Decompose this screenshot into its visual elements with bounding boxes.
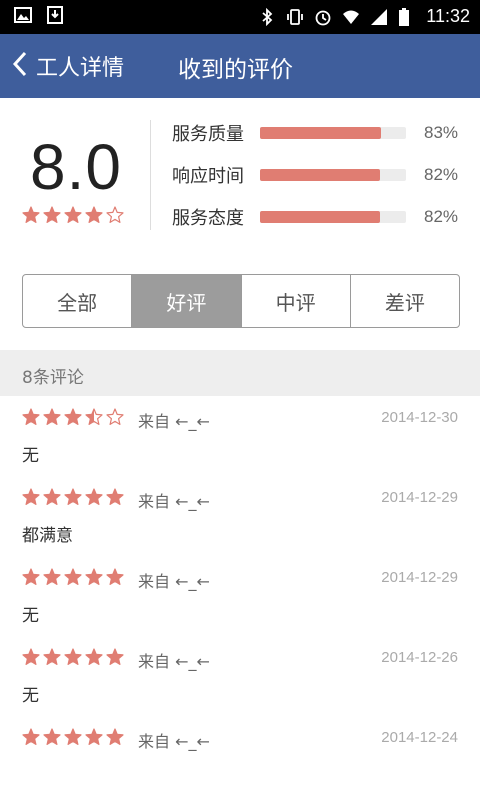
star-filled-icon: [106, 568, 124, 585]
divider: [150, 120, 151, 230]
review-date: 2014-12-29: [381, 489, 458, 506]
star-filled-icon: [43, 648, 61, 665]
star-filled-icon: [64, 206, 82, 223]
review-stars: [22, 648, 124, 666]
star-filled-icon: [64, 408, 82, 425]
star-filled-icon: [64, 648, 82, 665]
review-item: 来自 ←_← 2014-12-26 无: [0, 637, 480, 718]
review-stars: [22, 408, 124, 426]
review-text: 无: [22, 446, 39, 466]
signal-icon: [370, 8, 388, 26]
star-filled-icon: [43, 728, 61, 745]
star-filled-icon: [64, 568, 82, 585]
back-button[interactable]: 工人详情: [12, 48, 124, 84]
tab-neutral[interactable]: 中评: [240, 275, 350, 327]
star-filled-icon: [85, 568, 103, 585]
review-count: 8条评论: [22, 368, 84, 388]
status-bar: 11:32: [0, 0, 480, 34]
metric-label: 服务质量: [172, 124, 244, 145]
progress-fill: [260, 211, 380, 223]
star-empty-icon: [106, 408, 124, 425]
metric-percent: 83%: [424, 123, 459, 142]
star-filled-icon: [106, 488, 124, 505]
review-author: 来自 ←_←: [138, 412, 210, 431]
metric-service-quality: 服务质量 83%: [172, 118, 458, 148]
star-filled-icon: [22, 206, 40, 223]
progress-fill: [260, 169, 380, 181]
review-stars: [22, 568, 124, 586]
metric-response-time: 响应时间 82%: [172, 160, 458, 190]
progress-track: [260, 169, 406, 181]
metric-percent: 82%: [424, 165, 459, 184]
review-author: 来自 ←_←: [138, 652, 210, 671]
chevron-left-icon: [12, 50, 28, 82]
metric-percent: 82%: [424, 207, 459, 226]
overall-stars: [22, 206, 124, 224]
image-icon: [14, 6, 32, 24]
star-filled-icon: [43, 568, 61, 585]
review-author: 来自 ←_←: [138, 732, 210, 751]
star-filled-icon: [43, 206, 61, 223]
review-item: 来自 ←_← 2014-12-29 无: [0, 557, 480, 638]
review-filter-tabs: 全部 好评 中评 差评: [22, 274, 460, 328]
review-date: 2014-12-30: [381, 409, 458, 426]
star-filled-icon: [64, 488, 82, 505]
wifi-icon: [342, 8, 360, 26]
star-filled-icon: [43, 408, 61, 425]
overall-score: 8.0: [30, 131, 122, 203]
alarm-icon: [314, 8, 332, 26]
review-text: 无: [22, 686, 39, 706]
metric-label: 响应时间: [172, 166, 244, 187]
review-date: 2014-12-24: [381, 729, 458, 746]
battery-icon: [398, 7, 416, 26]
back-label: 工人详情: [36, 56, 125, 81]
scroll-fade: [0, 760, 480, 800]
star-half-icon: [85, 408, 103, 425]
tab-positive[interactable]: 好评: [131, 275, 241, 327]
status-time: 11:32: [426, 6, 470, 26]
star-filled-icon: [22, 488, 40, 505]
review-date: 2014-12-26: [381, 649, 458, 666]
star-filled-icon: [106, 648, 124, 665]
star-filled-icon: [43, 488, 61, 505]
download-icon: [46, 6, 64, 24]
star-filled-icon: [85, 648, 103, 665]
page-title: 收到的评价: [178, 57, 293, 83]
review-item: 来自 ←_← 2014-12-29 都满意: [0, 477, 480, 558]
review-stars: [22, 488, 124, 506]
review-count-bar: 8条评论: [0, 350, 480, 396]
review-author: 来自 ←_←: [138, 572, 210, 591]
star-filled-icon: [22, 408, 40, 425]
review-date: 2014-12-29: [381, 569, 458, 586]
bluetooth-icon: [258, 7, 276, 26]
progress-track: [260, 211, 406, 223]
tab-all[interactable]: 全部: [23, 275, 131, 327]
star-filled-icon: [22, 728, 40, 745]
star-filled-icon: [22, 648, 40, 665]
star-filled-icon: [64, 728, 82, 745]
progress-track: [260, 127, 406, 139]
tab-negative[interactable]: 差评: [349, 275, 459, 327]
star-filled-icon: [85, 488, 103, 505]
star-empty-icon: [106, 206, 124, 223]
vibrate-icon: [286, 8, 304, 26]
star-filled-icon: [22, 568, 40, 585]
progress-fill: [260, 127, 382, 139]
review-item: 来自 ←_← 2014-12-30 无: [0, 397, 480, 478]
app-header: 工人详情 收到的评价: [0, 34, 480, 98]
review-text: 无: [22, 606, 39, 626]
star-filled-icon: [85, 206, 103, 223]
metric-label: 服务态度: [172, 208, 244, 229]
star-filled-icon: [106, 728, 124, 745]
review-text: 都满意: [22, 526, 73, 546]
metric-service-attitude: 服务态度 82%: [172, 202, 458, 232]
review-author: 来自 ←_←: [138, 492, 210, 511]
review-stars: [22, 728, 124, 746]
star-filled-icon: [85, 728, 103, 745]
